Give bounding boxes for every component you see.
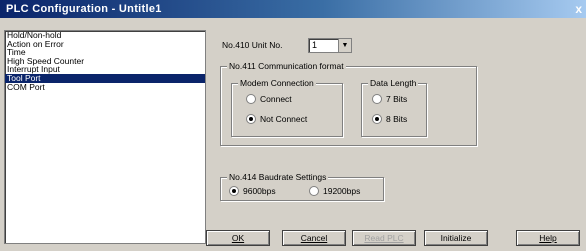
radio-19200bps[interactable]: 19200bps [309,186,360,196]
cancel-button-label: Cancel [300,233,328,243]
help-button-label: Help [539,233,557,243]
radio-9600bps-indicator [229,186,239,196]
modem-connection-group: Modem Connection Connect Not Connect [231,78,343,137]
list-item-action-on-error[interactable]: Action on Error [5,39,205,49]
radio-not-connect-indicator [246,114,256,124]
radio-8-bits-label: 8 Bits [386,114,408,124]
data-length-legend: Data Length [368,78,419,88]
title-bar: PLC Configuration - Untitle1 x [0,0,586,18]
initialize-button-label: Initialize [440,233,472,243]
settings-list[interactable]: Hold/Non-hold Action on Error Time High … [4,30,206,244]
radio-connect[interactable]: Connect [246,94,292,104]
comm-format-legend: No.411 Communication format [227,61,346,71]
radio-7-bits[interactable]: 7 Bits [372,94,407,104]
radio-7-bits-label: 7 Bits [386,94,408,104]
modem-connection-legend: Modem Connection [238,78,316,88]
unit-no-value: 1 [312,40,318,50]
close-icon[interactable]: x [575,2,582,16]
radio-19200bps-label: 19200bps [323,186,361,196]
radio-not-connect-label: Not Connect [260,114,308,124]
ok-button[interactable]: OK [206,230,270,246]
initialize-button[interactable]: Initialize [424,230,488,246]
radio-connect-label: Connect [260,94,292,104]
baudrate-legend: No.414 Baudrate Settings [227,172,329,182]
radio-19200bps-indicator [309,186,319,196]
unit-no-label: No.410 Unit No. [222,40,283,50]
baudrate-group: No.414 Baudrate Settings 9600bps 19200bp… [220,172,384,201]
unit-no-select[interactable]: 1 ▼ [308,38,352,53]
help-button[interactable]: Help [516,230,580,246]
read-plc-button-label: Read PLC [364,233,404,243]
read-plc-button[interactable]: Read PLC [352,230,416,246]
ok-button-label: OK [231,233,245,243]
radio-9600bps-label: 9600bps [243,186,276,196]
data-length-group: Data Length 7 Bits 8 Bits [361,78,427,137]
radio-8-bits[interactable]: 8 Bits [372,114,407,124]
window-title: PLC Configuration - Untitle1 [6,3,162,15]
radio-9600bps[interactable]: 9600bps [229,186,276,196]
cancel-button[interactable]: Cancel [282,230,346,246]
comm-format-group: No.411 Communication format Modem Connec… [220,61,477,146]
radio-not-connect[interactable]: Not Connect [246,114,307,124]
radio-7-bits-indicator [372,94,382,104]
radio-connect-indicator [246,94,256,104]
list-item-com-port[interactable]: COM Port [5,82,205,92]
chevron-down-icon[interactable]: ▼ [338,39,351,52]
radio-8-bits-indicator [372,114,382,124]
